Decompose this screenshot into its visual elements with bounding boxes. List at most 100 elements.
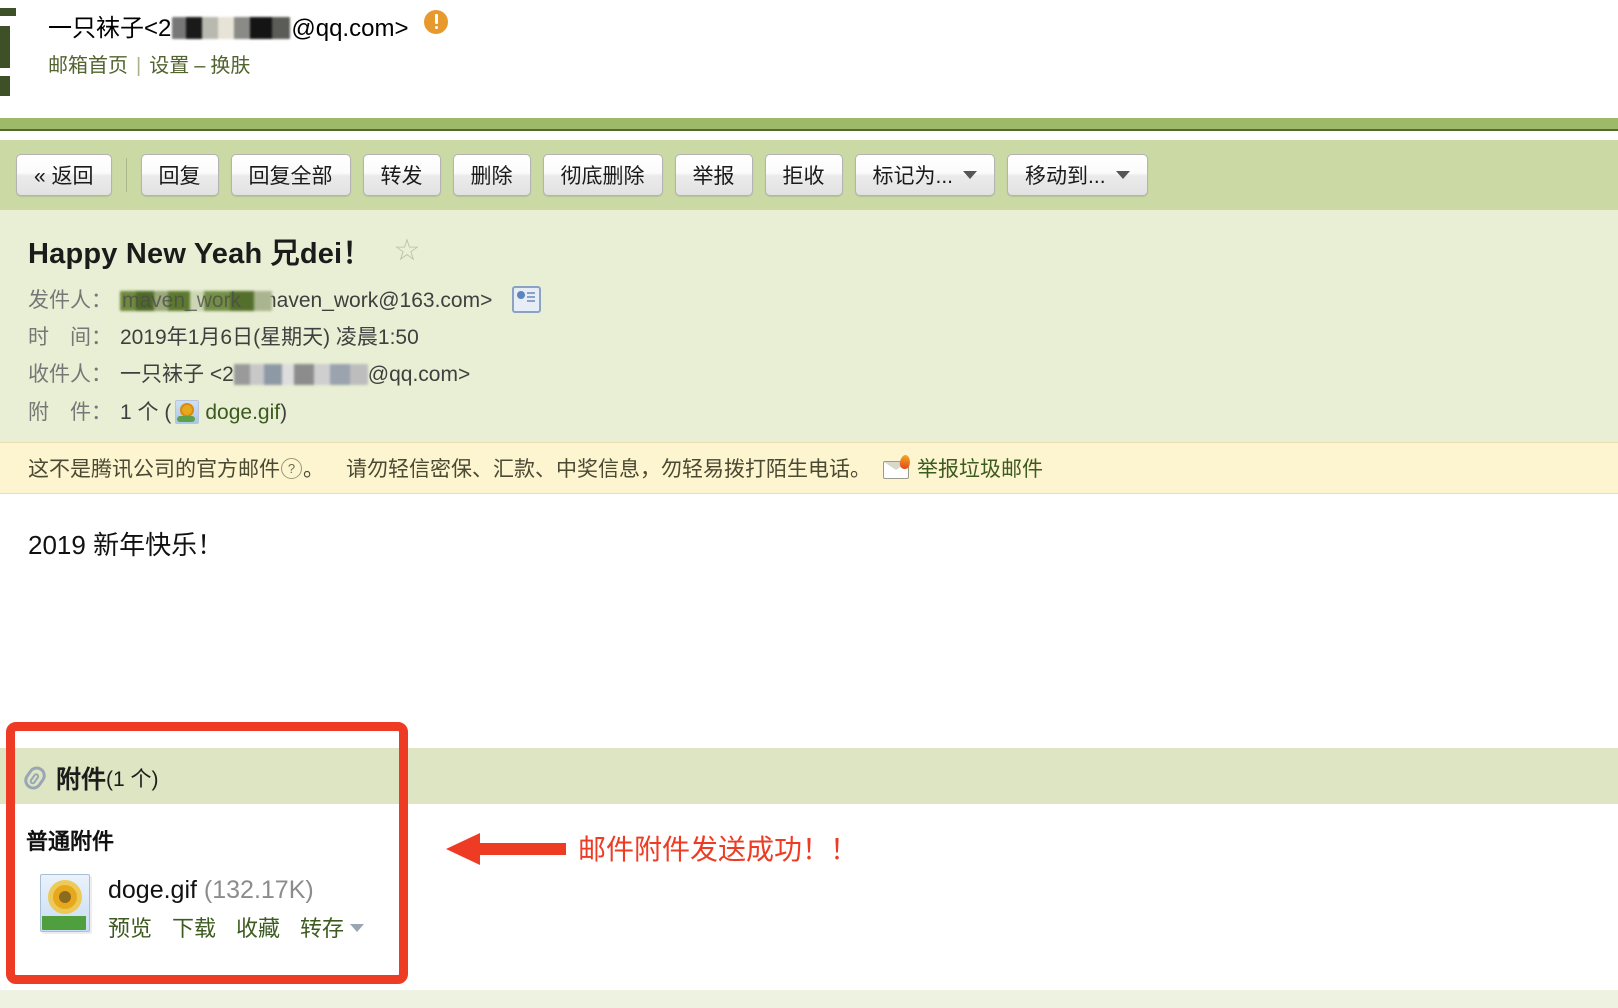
account-email-suffix: @qq.com> bbox=[291, 15, 409, 42]
save-to-link[interactable]: 转存 bbox=[300, 916, 344, 941]
header-row-attachment: 附 件： 1 个 ( doge.gif) bbox=[28, 400, 287, 426]
phishing-warning-bar: 这不是腾讯公司的官方邮件?。 请勿轻信密保、汇款、中奖信息，勿轻易拨打陌生电话。… bbox=[0, 442, 1618, 494]
account-name: 一只袜子 bbox=[48, 15, 144, 42]
attachment-meta: doge.gif (132.17K) 预览 下载 收藏 转存 bbox=[108, 874, 365, 944]
subject-row: Happy New Yeah 兄dei！ ☆ bbox=[28, 230, 420, 272]
sunflower-shape bbox=[53, 885, 77, 909]
back-button-label: « 返回 bbox=[34, 165, 94, 188]
forward-button-label: 转发 bbox=[380, 165, 423, 188]
image-file-icon[interactable] bbox=[40, 874, 90, 932]
mail-body: 2019 新年快乐！ bbox=[0, 494, 1618, 748]
star-outline-icon[interactable]: ☆ bbox=[394, 236, 421, 266]
grass-shape bbox=[42, 916, 86, 930]
attachment-count: 1 个 bbox=[120, 401, 159, 424]
nav-mail-home[interactable]: 邮箱首页 bbox=[48, 55, 128, 77]
paperclip-icon bbox=[20, 763, 50, 793]
move-to-button-label: 移动到... bbox=[1025, 165, 1106, 188]
toolbar-separator bbox=[125, 158, 127, 192]
delete-button[interactable]: 删除 bbox=[452, 154, 531, 196]
reject-button[interactable]: 拒收 bbox=[764, 154, 843, 196]
logo-segment bbox=[0, 76, 10, 96]
attachment-label: 附 件： bbox=[28, 401, 112, 424]
chevron-down-icon bbox=[963, 171, 978, 179]
move-to-button[interactable]: 移动到... bbox=[1007, 154, 1148, 196]
attachment-filename-inline[interactable]: doge.gif bbox=[205, 401, 280, 424]
green-divider bbox=[0, 118, 1618, 131]
reply-button[interactable]: 回复 bbox=[140, 154, 219, 196]
reject-button-label: 拒收 bbox=[782, 165, 825, 188]
delete-permanently-button-label: 彻底删除 bbox=[560, 165, 645, 188]
to-address-redacted bbox=[233, 364, 368, 385]
attachment-band: 附件 (1 个) bbox=[0, 748, 1618, 804]
bottom-strip bbox=[0, 990, 1618, 1008]
delete-permanently-button[interactable]: 彻底删除 bbox=[542, 154, 663, 196]
attachment-filesize: (132.17K) bbox=[203, 876, 314, 904]
to-label: 收件人： bbox=[28, 363, 112, 386]
account-email-redacted bbox=[172, 17, 291, 39]
reply-all-button-label: 回复全部 bbox=[248, 165, 333, 188]
report-button[interactable]: 举报 bbox=[674, 154, 753, 196]
logo-segment bbox=[0, 8, 16, 16]
preview-link[interactable]: 预览 bbox=[108, 916, 152, 941]
header-row-to: 收件人： 一只袜子 <2 @qq.com> bbox=[28, 362, 470, 388]
account-nav: 邮箱首页 | 设置 – 换肤 bbox=[48, 52, 250, 80]
reply-button-label: 回复 bbox=[158, 165, 201, 188]
mark-as-button-label: 标记为... bbox=[872, 165, 954, 188]
exclamation-badge-icon bbox=[424, 10, 449, 34]
attachment-close-paren: ) bbox=[280, 401, 288, 424]
attachment-section-label: 普通附件 bbox=[26, 829, 115, 854]
attachment-band-inner: 附件 (1 个) bbox=[20, 760, 159, 796]
mail-body-text: 2019 新年快乐！ bbox=[28, 530, 224, 560]
header-row-date: 时 间： 2019年1月6日(星期天) 凌晨1:50 bbox=[28, 325, 419, 351]
chevron-down-icon[interactable] bbox=[350, 924, 365, 932]
mail-subject: Happy New Yeah 兄dei！ bbox=[28, 238, 372, 270]
mail-header: Happy New Yeah 兄dei！ ☆ 发件人： maven_work <m… bbox=[0, 210, 1618, 442]
attachment-actions: 预览 下载 收藏 转存 bbox=[108, 914, 365, 944]
left-arrow-icon bbox=[446, 833, 566, 865]
back-button[interactable]: « 返回 bbox=[16, 154, 112, 196]
report-spam-link[interactable]: 举报垃圾邮件 bbox=[917, 453, 1043, 483]
contact-card-icon[interactable] bbox=[512, 286, 542, 313]
delete-button-label: 删除 bbox=[470, 165, 513, 188]
attachment-open-paren: ( bbox=[164, 401, 172, 424]
burning-envelope-icon[interactable] bbox=[883, 453, 911, 479]
mark-as-button[interactable]: 标记为... bbox=[854, 154, 996, 196]
nav-separator: | bbox=[136, 55, 142, 77]
attachment-band-count: (1 个) bbox=[106, 768, 159, 791]
mail-toolbar: « 返回 回复 回复全部 转发 删除 彻底删除 举报 拒收 标记为... 移动到… bbox=[0, 140, 1618, 210]
nav-dash: – bbox=[194, 55, 206, 77]
from-name-overlay: maven_work bbox=[122, 289, 242, 312]
image-file-icon bbox=[175, 400, 200, 424]
flame-shape bbox=[899, 453, 911, 470]
header-row-from: 发件人： maven_work <maven_work@163.com> bbox=[28, 286, 542, 314]
attachment-list-item: doge.gif (132.17K) 预览 下载 收藏 转存 bbox=[40, 874, 365, 944]
favorite-link[interactable]: 收藏 bbox=[236, 916, 280, 941]
nav-skin[interactable]: 换肤 bbox=[210, 55, 250, 77]
forward-button[interactable]: 转发 bbox=[362, 154, 441, 196]
warning-period: 。 bbox=[303, 458, 324, 481]
account-line: 一只袜子<2 @qq.com> bbox=[48, 10, 449, 46]
from-address: <maven_work@163.com> bbox=[246, 289, 493, 312]
download-link[interactable]: 下载 bbox=[172, 916, 216, 941]
mail-date: 2019年1月6日(星期天) 凌晨1:50 bbox=[120, 326, 419, 349]
account-top-bar: 一只袜子<2 @qq.com> 邮箱首页 | 设置 – 换肤 bbox=[0, 0, 1618, 108]
account-email-prefix: <2 bbox=[144, 15, 172, 42]
warning-text: 这不是腾讯公司的官方邮件 bbox=[28, 458, 280, 481]
to-address-suffix: @qq.com> bbox=[367, 363, 471, 386]
logo-strip bbox=[0, 8, 16, 96]
chevron-down-icon bbox=[1115, 171, 1130, 179]
reply-all-button[interactable]: 回复全部 bbox=[230, 154, 351, 196]
to-name: 一只袜子 bbox=[120, 363, 204, 386]
attachment-filename[interactable]: doge.gif bbox=[108, 876, 197, 904]
question-mark-icon[interactable]: ? bbox=[281, 457, 302, 479]
annotation-note: 邮件附件发送成功！！ bbox=[578, 834, 859, 865]
from-label: 发件人： bbox=[28, 289, 112, 312]
attachment-name-row: doge.gif (132.17K) bbox=[108, 874, 364, 906]
attachment-band-title: 附件 bbox=[56, 766, 107, 794]
warning-advice: 请勿轻信密保、汇款、中奖信息，勿轻易拨打陌生电话。 bbox=[346, 458, 871, 481]
nav-settings[interactable]: 设置 bbox=[149, 55, 189, 77]
logo-segment bbox=[0, 26, 10, 68]
date-label: 时 间： bbox=[28, 326, 112, 349]
to-address-prefix: <2 bbox=[209, 363, 234, 386]
report-button-label: 举报 bbox=[692, 165, 735, 188]
